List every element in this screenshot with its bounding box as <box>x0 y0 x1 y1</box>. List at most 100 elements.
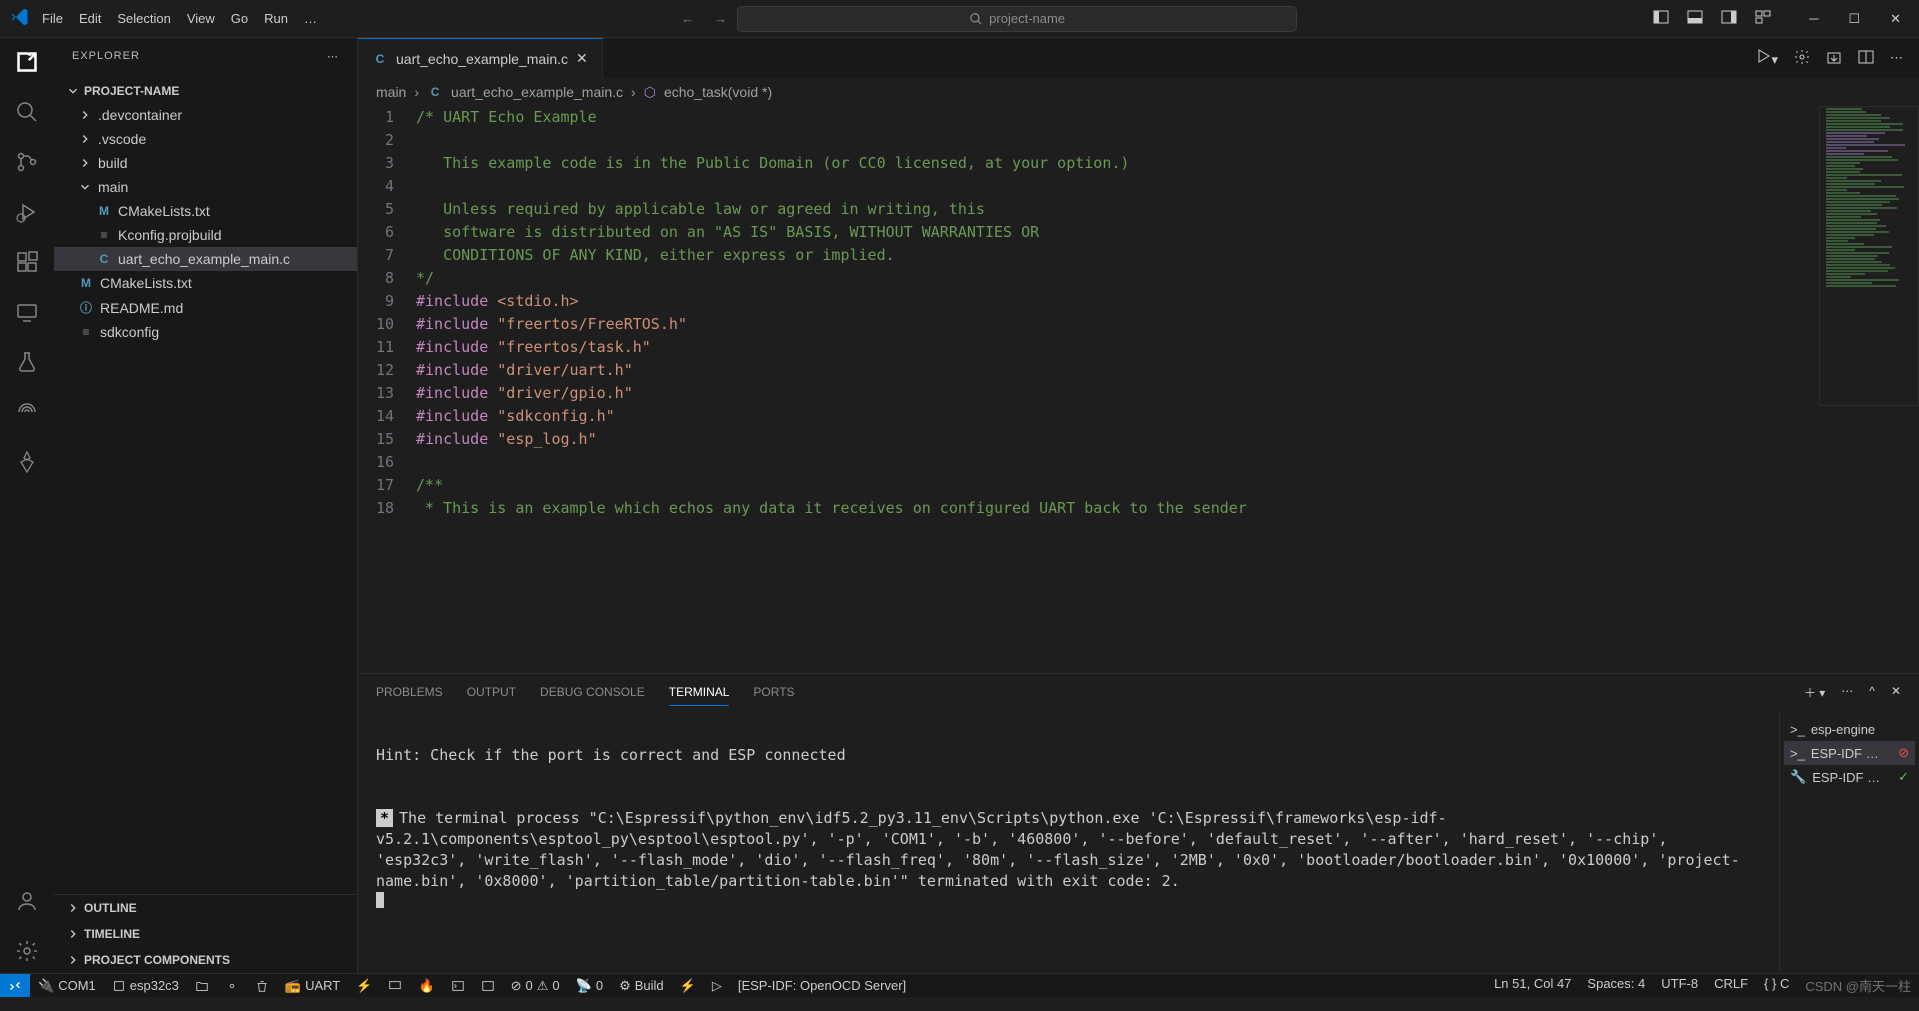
nav-forward-icon[interactable]: → <box>714 11 727 26</box>
nav-back-icon[interactable]: ← <box>681 11 694 26</box>
search-icon <box>969 12 983 26</box>
menu-go[interactable]: Go <box>223 7 256 30</box>
layout-bottom-icon[interactable] <box>1687 9 1703 28</box>
close-icon[interactable]: ✕ <box>1890 11 1901 27</box>
folder-.devcontainer[interactable]: .devcontainer <box>54 103 357 127</box>
term2-icon[interactable] <box>473 974 503 997</box>
menu-edit[interactable]: Edit <box>71 7 109 30</box>
c-file-icon: C <box>427 85 443 99</box>
remote-icon[interactable] <box>15 300 39 324</box>
folder-build[interactable]: build <box>54 151 357 175</box>
maximize-panel-icon[interactable]: ^ <box>1869 684 1875 701</box>
command-search[interactable]: project-name <box>737 6 1297 32</box>
file-Kconfig.projbuild[interactable]: ≡Kconfig.projbuild <box>54 223 357 247</box>
openocd-status[interactable]: [ESP-IDF: OpenOCD Server] <box>730 974 914 997</box>
run-icon[interactable]: ▾ <box>1755 48 1778 68</box>
remote-indicator[interactable] <box>0 974 30 997</box>
panel-tab-terminal[interactable]: TERMINAL <box>669 679 730 706</box>
panel-tab-ports[interactable]: PORTS <box>753 679 794 705</box>
spaces-status[interactable]: Spaces: 4 <box>1579 976 1653 991</box>
bottom-panel: PROBLEMS OUTPUT DEBUG CONSOLE TERMINAL PORTS… <box>358 673 1919 973</box>
account-icon[interactable] <box>15 889 39 913</box>
file-tab[interactable]: C uart_echo_example_main.c ✕ <box>358 38 603 78</box>
new-terminal-icon[interactable]: ＋ ▾ <box>1804 684 1825 701</box>
sidebar: EXPLORER ⋯ PROJECT-NAME .devcontainer.vs… <box>54 38 358 973</box>
gear-icon[interactable] <box>15 939 39 963</box>
more-tab-icon[interactable]: ⋯ <box>1890 50 1903 66</box>
section-project components[interactable]: PROJECT COMPONENTS <box>54 947 357 973</box>
search-icon[interactable] <box>15 100 39 124</box>
build-status[interactable]: ⚙ Build <box>611 974 672 997</box>
project-root[interactable]: PROJECT-NAME <box>54 79 357 103</box>
live-icon[interactable] <box>15 400 39 424</box>
minimap[interactable] <box>1819 106 1919 406</box>
menu-view[interactable]: View <box>179 7 223 30</box>
trash-status[interactable] <box>247 974 277 997</box>
layout-custom-icon[interactable] <box>1755 9 1771 28</box>
file-CMakeLists.txt[interactable]: MCMakeLists.txt <box>54 199 357 223</box>
gear-status[interactable] <box>217 974 247 997</box>
play-action[interactable]: ▷ <box>704 974 730 997</box>
editor-tabs: C uart_echo_example_main.c ✕ ▾ ⋯ <box>358 38 1919 78</box>
terminal-item[interactable]: >_ESP-IDF … ⊘ <box>1784 741 1915 765</box>
split-icon[interactable] <box>1858 49 1874 68</box>
more-icon[interactable]: ⋯ <box>327 50 339 63</box>
menu-run[interactable]: Run <box>256 7 296 30</box>
folder-.vscode[interactable]: .vscode <box>54 127 357 151</box>
breadcrumb[interactable]: main › C uart_echo_example_main.c › ⬡ ec… <box>358 78 1919 106</box>
flash-icon[interactable]: ⚡ <box>348 974 380 997</box>
chip-status[interactable]: esp32c3 <box>104 974 187 997</box>
layout-right-icon[interactable] <box>1721 9 1737 28</box>
encoding-status[interactable]: UTF-8 <box>1653 976 1706 991</box>
method-icon: ⬡ <box>644 84 656 101</box>
layout-left-icon[interactable] <box>1653 9 1669 28</box>
watermark: CSDN @南天一柱 <box>1797 976 1919 995</box>
flask-icon[interactable] <box>15 350 39 374</box>
lang-status[interactable]: { } C <box>1756 976 1797 991</box>
terminal-item[interactable]: 🔧ESP-IDF … ✓ <box>1784 765 1915 789</box>
settings-icon[interactable] <box>1794 49 1810 68</box>
file-sdkconfig[interactable]: ≡sdkconfig <box>54 320 357 344</box>
close-panel-icon[interactable]: ✕ <box>1891 684 1901 701</box>
monitor-icon[interactable] <box>380 974 410 997</box>
more-panel-icon[interactable]: ⋯ <box>1841 684 1853 701</box>
panel-tab-debug console[interactable]: DEBUG CONSOLE <box>540 679 645 705</box>
file-README.md[interactable]: ⓘREADME.md <box>54 295 357 320</box>
archive-icon[interactable] <box>1826 49 1842 68</box>
flash-action[interactable]: ⚡ <box>672 974 704 997</box>
statusbar: 🔌 COM1 esp32c3 📻 UART ⚡ 🔥 ⊘ 0 ⚠ 0 📡 0 ⚙ … <box>0 973 1919 997</box>
uart-status[interactable]: 📻 UART <box>277 974 348 997</box>
errors-status[interactable]: ⊘ 0 ⚠ 0 <box>503 974 568 997</box>
tab-label: uart_echo_example_main.c <box>396 51 568 67</box>
vscode-logo <box>10 7 30 30</box>
cursor-status[interactable]: Ln 51, Col 47 <box>1486 976 1579 991</box>
folder-main[interactable]: main <box>54 175 357 199</box>
error-badge: * <box>376 809 393 827</box>
debug-icon[interactable] <box>15 200 39 224</box>
minimize-icon[interactable]: ─ <box>1809 11 1818 27</box>
code-editor[interactable]: 123456789101112131415161718 /* UART Echo… <box>358 106 1919 673</box>
maximize-icon[interactable]: ☐ <box>1848 11 1860 27</box>
git-icon[interactable] <box>15 150 39 174</box>
panel-tab-output[interactable]: OUTPUT <box>467 679 516 705</box>
file-CMakeLists.txt[interactable]: MCMakeLists.txt <box>54 271 357 295</box>
esp-icon[interactable] <box>15 450 39 474</box>
terminal-item[interactable]: >_esp-engine <box>1784 718 1915 741</box>
folder-status[interactable] <box>187 974 217 997</box>
file-uart_echo_example_main.c[interactable]: Cuart_echo_example_main.c <box>54 247 357 271</box>
tab-close-icon[interactable]: ✕ <box>576 50 588 67</box>
extensions-icon[interactable] <box>15 250 39 274</box>
fire-icon[interactable]: 🔥 <box>410 974 442 997</box>
eol-status[interactable]: CRLF <box>1706 976 1756 991</box>
radio-status[interactable]: 📡 0 <box>568 974 611 997</box>
explorer-icon[interactable] <box>15 50 39 74</box>
menu-file[interactable]: File <box>34 7 71 30</box>
port-status[interactable]: 🔌 COM1 <box>30 974 104 997</box>
section-outline[interactable]: OUTLINE <box>54 895 357 921</box>
terminal-output[interactable]: Hint: Check if the port is correct and E… <box>358 710 1779 973</box>
section-timeline[interactable]: TIMELINE <box>54 921 357 947</box>
panel-tab-problems[interactable]: PROBLEMS <box>376 679 443 705</box>
menu-selection[interactable]: Selection <box>109 7 178 30</box>
menu-…[interactable]: … <box>296 7 325 30</box>
term-icon[interactable] <box>443 974 473 997</box>
